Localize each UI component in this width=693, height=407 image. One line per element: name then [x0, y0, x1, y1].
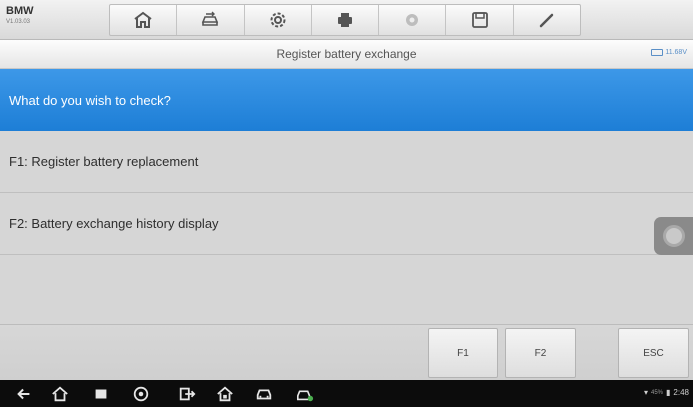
battery-icon: ▮	[666, 388, 671, 397]
toolbar-buttons	[109, 4, 581, 36]
print-button[interactable]	[312, 5, 380, 35]
recent-apps-button[interactable]	[91, 384, 111, 404]
chrome-icon	[133, 386, 149, 402]
top-toolbar: BMW V1.03.03	[0, 0, 693, 40]
floating-assist-button[interactable]	[654, 217, 693, 255]
vci-button[interactable]	[295, 384, 315, 404]
back-icon	[17, 388, 30, 400]
car-icon	[256, 389, 272, 400]
empty-list-area	[0, 256, 693, 324]
exit-button[interactable]	[177, 384, 197, 404]
wifi-icon: ▾	[643, 388, 648, 397]
android-home-button[interactable]	[50, 384, 70, 404]
question-header: What do you wish to check?	[0, 69, 693, 131]
pencil-icon	[539, 13, 554, 28]
vehicle-swap-icon	[202, 11, 219, 26]
battery-icon	[651, 49, 664, 56]
save-icon	[471, 12, 488, 28]
exit-icon	[179, 387, 196, 401]
option-battery-exchange-history[interactable]: F2: Battery exchange history display	[0, 193, 693, 255]
title-bar: Register battery exchange 11.68V	[0, 40, 693, 69]
recent-apps-icon	[95, 389, 107, 399]
esc-button[interactable]: ESC	[618, 328, 689, 378]
edit-button[interactable]	[514, 5, 580, 35]
status-area: ▾ 45% ▮ 2:48	[644, 388, 689, 397]
software-version: V1.03.03	[6, 19, 31, 25]
option-register-battery-replacement[interactable]: F1: Register battery replacement	[0, 131, 693, 193]
f1-button[interactable]: F1	[428, 328, 498, 378]
f2-button[interactable]: F2	[505, 328, 576, 378]
option-label: F1: Register battery replacement	[9, 154, 199, 169]
home-icon	[52, 386, 68, 402]
settings-button[interactable]	[245, 5, 312, 35]
page-title: Register battery exchange	[276, 47, 417, 61]
printer-icon	[337, 13, 352, 27]
vehicle-button[interactable]	[254, 384, 274, 404]
back-button[interactable]	[14, 384, 34, 404]
battery-voltage: 11.68V	[651, 49, 687, 56]
browser-button[interactable]	[131, 384, 151, 404]
function-key-bar: F1 F2 ESC	[0, 324, 693, 380]
save-button[interactable]	[446, 5, 514, 35]
battery-percent: 45%	[651, 389, 664, 396]
vehicle-swap-button[interactable]	[177, 5, 245, 35]
maxisys-home-button[interactable]	[215, 384, 235, 404]
voltage-value: 11.68V	[665, 49, 687, 56]
vehicle-brand: BMW	[6, 5, 34, 17]
home-icon	[134, 11, 152, 28]
system-navigation-bar: ▾ 45% ▮ 2:48	[0, 380, 693, 407]
vci-icon	[296, 390, 314, 402]
option-label: F2: Battery exchange history display	[9, 216, 219, 231]
vehicle-brand-block: BMW V1.03.03	[6, 5, 62, 35]
clock: 2:48	[673, 388, 689, 397]
gear-icon	[270, 12, 286, 28]
help-button[interactable]	[379, 5, 447, 35]
maxisys-home-icon	[217, 386, 233, 402]
circle-icon	[662, 225, 685, 247]
home-button[interactable]	[110, 5, 178, 35]
help-icon	[406, 14, 419, 26]
